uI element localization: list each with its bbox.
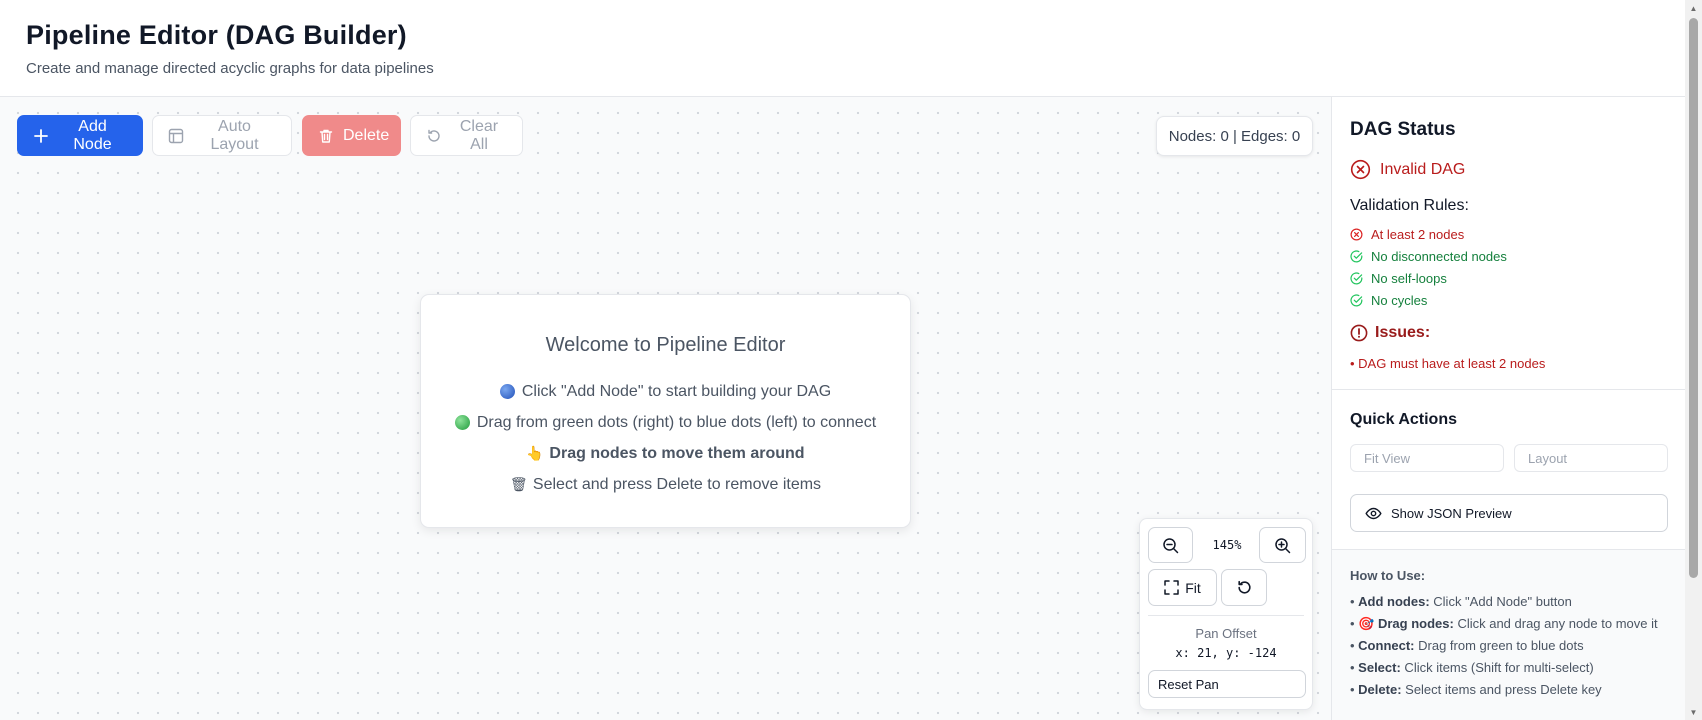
rotate-ccw-icon <box>1237 580 1251 594</box>
rule-text: No self-loops <box>1371 271 1447 286</box>
welcome-item: Drag from green dots (right) to blue dot… <box>421 407 910 438</box>
dag-status-sidebar: DAG Status Invalid DAG Validation Rules:… <box>1331 97 1685 720</box>
clear-all-button[interactable]: Clear All <box>410 115 523 156</box>
pan-offset-title: Pan Offset <box>1195 626 1257 641</box>
quick-actions-title: Quick Actions <box>1350 411 1457 428</box>
howto-item: • Add nodes: Click "Add Node" button <box>1350 594 1572 609</box>
page-title: Pipeline Editor (DAG Builder) <box>26 20 407 50</box>
eye-icon <box>1365 507 1382 519</box>
howto-item: • Select: Click items (Shift for multi-s… <box>1350 660 1594 675</box>
delete-label: Delete <box>343 126 390 144</box>
welcome-item: Click "Add Node" to start building your … <box>421 376 910 407</box>
maximize-icon <box>1164 580 1179 595</box>
green-dot-icon <box>454 415 470 430</box>
howto-item: • 🎯 Drag nodes: Click and drag any node … <box>1350 616 1658 631</box>
rule-text: At least 2 nodes <box>1371 227 1465 242</box>
zoom-in-button[interactable] <box>1259 527 1306 563</box>
blue-dot-icon <box>499 384 515 399</box>
graph-counter-text: Nodes: 0 | Edges: 0 <box>1168 127 1301 145</box>
auto-layout-label: Auto Layout <box>210 117 259 153</box>
howto-item: • Delete: Select items and press Delete … <box>1350 682 1602 697</box>
zoom-out-icon <box>1163 537 1179 553</box>
check-circle-icon <box>1350 250 1363 263</box>
wastebasket-icon: 🗑 <box>509 476 528 492</box>
zoom-controls: 145% Fit Pan Offset x: 21, y: -124 Reset… <box>1139 518 1313 710</box>
welcome-item-text: Click "Add Node" to start building your … <box>521 383 832 400</box>
welcome-card: Welcome to Pipeline Editor Click "Add No… <box>420 294 911 528</box>
validation-rules-title: Validation Rules: <box>1350 197 1469 214</box>
how-to-use-title: How to Use: <box>1350 568 1426 583</box>
status-badge: Invalid DAG <box>1350 159 1465 180</box>
welcome-item-text: Drag nodes to move them around <box>549 445 805 462</box>
graph-counter: Nodes: 0 | Edges: 0 <box>1156 116 1313 156</box>
rule-text: No cycles <box>1371 293 1428 308</box>
plus-icon <box>34 128 48 143</box>
rule-item: No self-loops <box>1350 271 1447 286</box>
add-node-label: Add Node <box>73 117 112 153</box>
fit-label: Fit <box>1185 579 1201 596</box>
trash-icon <box>319 129 333 143</box>
fit-button[interactable]: Fit <box>1148 569 1217 606</box>
alert-circle-icon <box>1350 324 1368 342</box>
x-circle-icon <box>1350 228 1363 241</box>
rotate-ccw-icon <box>428 129 440 142</box>
pipeline-canvas[interactable]: Add Node Auto Layout Delete Clear All No… <box>0 97 1331 720</box>
layout-button[interactable]: Layout <box>1514 444 1668 472</box>
issues-title: Issues: <box>1350 324 1430 342</box>
howto-item: • Connect: Drag from green to blue dots <box>1350 638 1584 653</box>
divider <box>1148 615 1304 616</box>
zoom-in-icon <box>1275 537 1291 553</box>
reset-pan-button[interactable]: Reset Pan <box>1148 670 1306 698</box>
target-icon: 🎯 <box>1358 616 1375 631</box>
how-to-use-panel: How to Use: • Add nodes: Click "Add Node… <box>1332 550 1685 720</box>
issue-item: • DAG must have at least 2 nodes <box>1350 356 1546 371</box>
delete-button[interactable]: Delete <box>302 115 401 156</box>
scroll-down-icon[interactable]: ▼ <box>1685 704 1702 720</box>
page-subtitle: Create and manage directed acyclic graph… <box>26 60 434 77</box>
layout-icon <box>168 128 184 143</box>
welcome-title: Welcome to Pipeline Editor <box>545 334 786 356</box>
rule-text: No disconnected nodes <box>1371 249 1507 264</box>
zoom-level: 145% <box>1212 538 1242 552</box>
issues-title-text: Issues: <box>1375 324 1431 341</box>
scroll-up-icon[interactable]: ▲ <box>1685 0 1702 16</box>
scroll-thumb[interactable] <box>1689 18 1698 578</box>
check-circle-icon <box>1350 294 1363 307</box>
reset-zoom-button[interactable] <box>1221 569 1267 606</box>
page-scrollbar[interactable]: ▲ ▼ <box>1685 0 1702 720</box>
pointing-hand-icon: 👆 <box>526 445 544 461</box>
divider <box>1332 389 1685 390</box>
status-text: Invalid DAG <box>1380 160 1466 178</box>
rule-item: At least 2 nodes <box>1350 227 1464 242</box>
welcome-item: 🗑 Select and press Delete to remove item… <box>421 469 910 500</box>
show-json-preview-button[interactable]: Show JSON Preview <box>1350 494 1668 532</box>
fit-view-button[interactable]: Fit View <box>1350 444 1504 472</box>
clear-all-label: Clear All <box>459 117 499 153</box>
add-node-button[interactable]: Add Node <box>17 115 143 156</box>
rule-item: No disconnected nodes <box>1350 249 1507 264</box>
welcome-item-text: Drag from green dots (right) to blue dot… <box>476 414 877 431</box>
check-circle-icon <box>1350 272 1363 285</box>
x-circle-icon <box>1350 159 1371 180</box>
pan-offset-value: x: 21, y: -124 <box>1175 646 1277 660</box>
welcome-item: 👆 Drag nodes to move them around <box>421 438 910 469</box>
auto-layout-button[interactable]: Auto Layout <box>152 115 292 156</box>
dag-status-title: DAG Status <box>1350 119 1456 140</box>
show-json-preview-label: Show JSON Preview <box>1391 505 1512 521</box>
welcome-item-text: Select and press Delete to remove items <box>532 476 822 493</box>
rule-item: No cycles <box>1350 293 1427 308</box>
app-header: Pipeline Editor (DAG Builder) Create and… <box>0 0 1685 97</box>
zoom-out-button[interactable] <box>1148 527 1193 563</box>
welcome-list: Click "Add Node" to start building your … <box>421 376 910 500</box>
